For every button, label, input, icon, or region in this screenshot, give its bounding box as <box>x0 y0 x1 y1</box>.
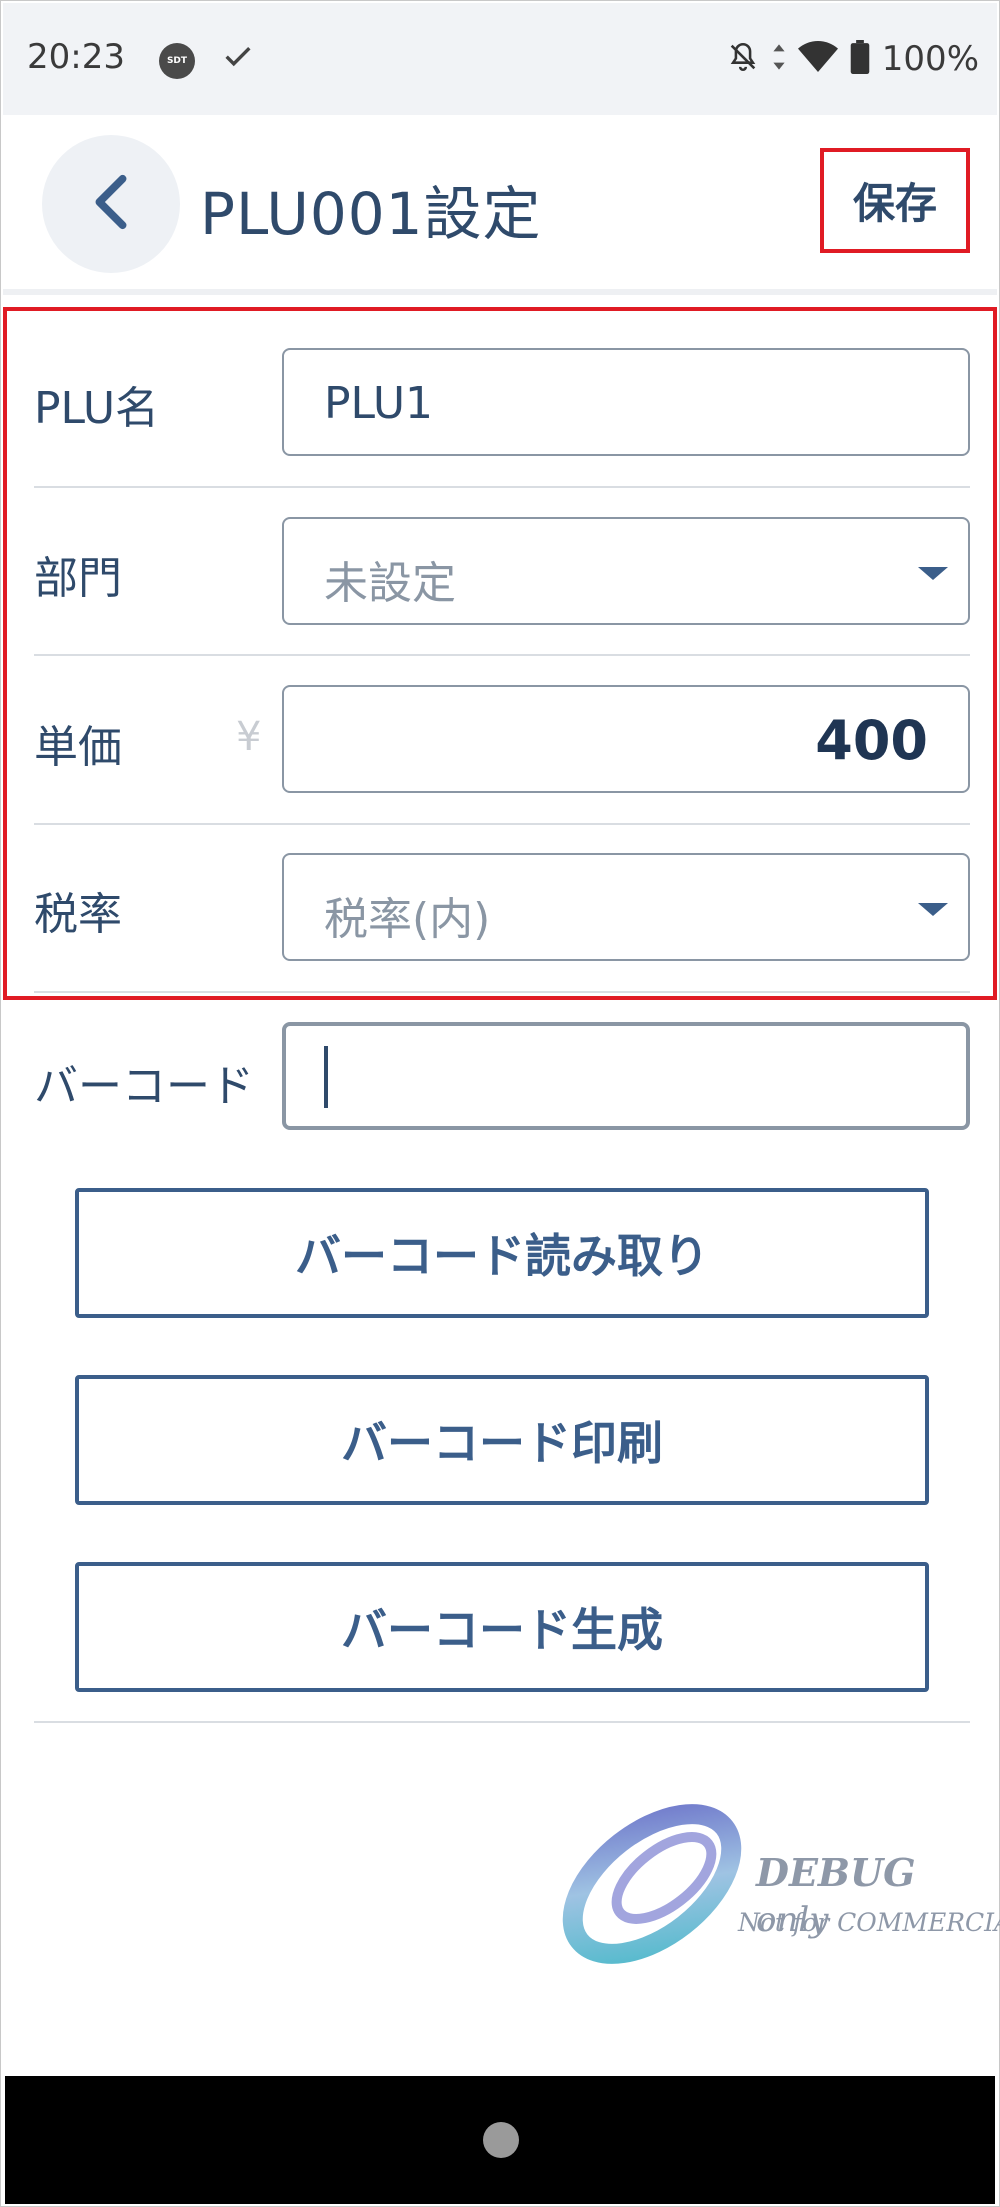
department-label: 部門 <box>34 553 122 604</box>
data-transfer-icon <box>772 40 786 78</box>
battery-icon <box>850 40 870 78</box>
print-barcode-button[interactable]: バーコード印刷 <box>75 1375 929 1505</box>
generate-barcode-button[interactable]: バーコード生成 <box>75 1562 929 1692</box>
read-barcode-button[interactable]: バーコード読み取り <box>75 1188 929 1318</box>
watermark-logo-icon <box>562 1804 742 1964</box>
status-time: 20:23 <box>27 37 125 77</box>
tax-rate-select[interactable]: 税率(内) <box>282 853 970 961</box>
system-navigation-bar <box>5 2076 995 2204</box>
app-header: PLU001設定 保存 <box>3 115 997 290</box>
yen-symbol: ¥ <box>236 714 262 760</box>
dropdown-arrow-icon <box>918 567 948 580</box>
department-select[interactable]: 未設定 <box>282 517 970 625</box>
unit-price-value: 400 <box>815 709 928 772</box>
divider <box>34 1721 970 1723</box>
tax-rate-label: 税率 <box>34 889 122 940</box>
barcode-input[interactable] <box>282 1022 970 1130</box>
plu-name-input[interactable]: PLU1 <box>282 348 970 456</box>
wifi-icon <box>797 40 838 78</box>
watermark-debug: DEBUG <box>756 1850 916 1895</box>
status-bar: 20:23 SDT 100% <box>3 3 997 115</box>
home-button-icon[interactable] <box>483 2122 519 2158</box>
divider <box>34 486 970 488</box>
unit-price-input[interactable]: 400 <box>282 685 970 793</box>
battery-percentage: 100% <box>881 39 979 79</box>
page-title: PLU001設定 <box>200 180 542 248</box>
divider <box>34 654 970 656</box>
tax-rate-value: 税率(内) <box>324 894 491 945</box>
debug-watermark: DEBUG only Not for COMMERCIAL <box>552 1798 1000 1968</box>
divider <box>34 823 970 825</box>
text-cursor <box>324 1046 328 1108</box>
watermark-not-commercial: Not for COMMERCIAL <box>738 1908 1000 1937</box>
department-value: 未設定 <box>324 558 456 609</box>
dropdown-arrow-icon <box>918 903 948 916</box>
header-divider <box>3 289 997 295</box>
plu-name-label: PLU名 <box>34 383 160 434</box>
check-icon <box>221 39 255 77</box>
sdt-badge-icon: SDT <box>159 43 195 79</box>
status-icons: 100% <box>726 39 979 79</box>
save-button[interactable]: 保存 <box>820 148 970 253</box>
barcode-label: バーコード <box>34 1061 254 1112</box>
unit-price-label: 単価 <box>34 722 122 773</box>
chevron-left-icon <box>89 173 133 235</box>
divider <box>34 991 970 993</box>
plu-name-value: PLU1 <box>324 378 434 429</box>
back-button[interactable] <box>42 135 180 273</box>
notifications-off-icon <box>726 40 760 78</box>
